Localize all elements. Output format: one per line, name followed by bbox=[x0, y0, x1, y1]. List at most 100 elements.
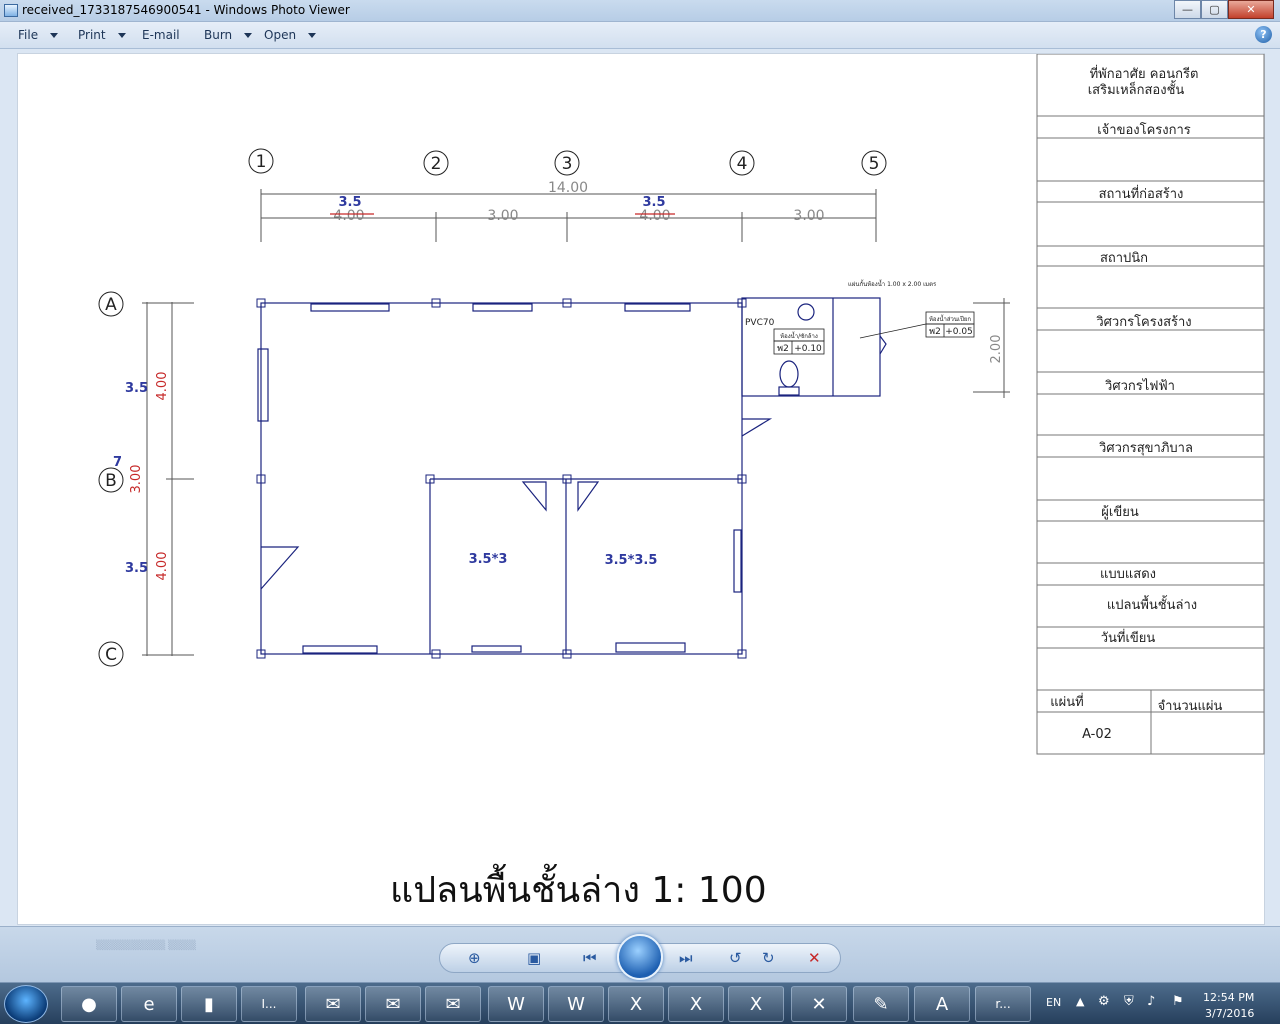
next-icon[interactable]: ⏭ bbox=[679, 949, 693, 967]
folder-icon[interactable]: ▮ bbox=[181, 986, 237, 1022]
title-bar: received_1733187546900541 - Windows Phot… bbox=[0, 0, 1280, 22]
security-icon[interactable]: ⛨ bbox=[1124, 994, 1134, 1024]
room-size-label: 3.5*3 bbox=[469, 552, 508, 567]
chevron-down-icon bbox=[244, 32, 253, 38]
paint-icon[interactable]: ✎ bbox=[853, 986, 909, 1022]
window-title: received_1733187546900541 - Windows Phot… bbox=[22, 3, 350, 17]
delete-icon[interactable]: ✕ bbox=[808, 949, 821, 967]
zoom-icon[interactable]: ⊕ bbox=[468, 949, 481, 967]
grid-col-label: 5 bbox=[869, 154, 880, 174]
menu-burn[interactable]: Burn bbox=[204, 28, 253, 42]
dim-side-revised: 7 bbox=[113, 455, 122, 470]
slideshow-button[interactable] bbox=[617, 934, 663, 980]
rotate-left-icon[interactable]: ↺ bbox=[729, 949, 742, 967]
dim-side: 4.00 bbox=[155, 552, 170, 581]
grid-col-label: 1 bbox=[256, 152, 267, 172]
word-icon[interactable]: W bbox=[548, 986, 604, 1022]
dim-top: 4.00 bbox=[639, 208, 670, 224]
language-indicator[interactable]: EN bbox=[1046, 996, 1061, 1024]
mail-icon[interactable]: ✉ bbox=[425, 986, 481, 1022]
menu-print[interactable]: Print bbox=[78, 28, 126, 42]
window-controls: — ▢ ✕ bbox=[1174, 0, 1274, 19]
word-icon[interactable]: W bbox=[488, 986, 544, 1022]
dim-top-revised: 3.5 bbox=[642, 195, 665, 210]
previous-icon[interactable]: ⏮ bbox=[583, 949, 597, 967]
volume-icon[interactable]: ♪ bbox=[1147, 994, 1155, 1024]
dim-side-revised: 3.5 bbox=[125, 561, 148, 576]
menu-print-label: Print bbox=[78, 28, 106, 42]
menu-email-label: E-mail bbox=[142, 28, 180, 42]
photo-viewer-icon bbox=[4, 4, 18, 17]
structural-engineer-label: วิศวกรโครงสร้าง bbox=[1096, 314, 1192, 330]
dim-side-revised: 3.5 bbox=[125, 381, 148, 396]
menu-burn-label: Burn bbox=[204, 28, 233, 42]
electrical-engineer-label: วิศวกรไฟฟ้า bbox=[1104, 378, 1175, 394]
menu-bar: File Print E-mail Burn Open ? bbox=[0, 22, 1280, 49]
grid-col-label: 2 bbox=[431, 154, 442, 174]
photo-viewer-task-label: r... bbox=[995, 997, 1011, 1011]
shows-label: แบบแสดง bbox=[1100, 567, 1156, 582]
internet-explorer-icon[interactable]: e bbox=[121, 986, 177, 1022]
close-button[interactable]: ✕ bbox=[1228, 0, 1274, 19]
wet-label: ห้องน้ำส่วนเปียก bbox=[929, 313, 971, 323]
tray-expand-icon[interactable]: ▲ bbox=[1076, 995, 1084, 1024]
sheet-number: A-02 bbox=[1082, 727, 1112, 742]
site-label: สถานที่ก่อสร้าง bbox=[1099, 185, 1184, 202]
menu-open[interactable]: Open bbox=[264, 28, 317, 42]
rotate-right-icon[interactable]: ↻ bbox=[762, 949, 775, 967]
taskbar: ● e ▮ I... ✉ ✉ ✉ W W X X X ✕ ✎ A r... EN… bbox=[0, 982, 1280, 1024]
mail-icon[interactable]: ✉ bbox=[365, 986, 421, 1022]
menu-file-label: File bbox=[18, 28, 39, 42]
dim-top-revised: 3.5 bbox=[338, 195, 361, 210]
chevron-down-icon bbox=[308, 32, 317, 38]
dim-side: 3.00 bbox=[129, 465, 144, 494]
start-button[interactable] bbox=[4, 985, 48, 1023]
bath-label: ห้องน้ำ/ซักล้าง bbox=[780, 330, 818, 340]
grid-col-label: 3 bbox=[562, 154, 573, 174]
menu-file[interactable]: File bbox=[18, 28, 59, 42]
app-icon[interactable]: ✕ bbox=[791, 986, 847, 1022]
shows-value: แปลนพื้นชั้นล่าง bbox=[1107, 595, 1197, 613]
fit-window-icon[interactable]: ▣ bbox=[527, 949, 541, 967]
dim-top: 4.00 bbox=[333, 208, 364, 224]
project-name: ที่พักอาศัย คอนกรีต bbox=[1090, 65, 1199, 82]
grid-row-label: C bbox=[105, 645, 117, 665]
bath-level: +0.10 bbox=[794, 344, 822, 354]
mail-icon[interactable]: ✉ bbox=[305, 986, 361, 1022]
dim-top: 3.00 bbox=[487, 208, 518, 224]
chevron-down-icon bbox=[117, 32, 126, 38]
outlook-task[interactable]: I... bbox=[241, 986, 297, 1022]
floor-plan-image: 1 2 3 4 5 A B C 14.00 4.00 3.00 4.00 3.0… bbox=[17, 53, 1265, 925]
excel-icon[interactable]: X bbox=[668, 986, 724, 1022]
grid-row-label: A bbox=[105, 295, 117, 315]
bath-note: แผ่นกั้นห้องน้ำ 1.00 x 2.00 เมตร bbox=[848, 278, 937, 288]
firefox-icon[interactable]: ● bbox=[61, 986, 117, 1022]
sheet-count-label: จำนวนแผ่น bbox=[1158, 699, 1223, 714]
menu-email[interactable]: E-mail bbox=[142, 28, 180, 42]
grid-row-label: B bbox=[105, 471, 117, 491]
network-icon[interactable]: ⚙ bbox=[1098, 994, 1110, 1024]
sanitary-engineer-label: วิศวกรสุขาภิบาล bbox=[1098, 441, 1193, 456]
maximize-button[interactable]: ▢ bbox=[1201, 0, 1228, 19]
photo-viewer-task[interactable]: r... bbox=[975, 986, 1031, 1022]
excel-icon[interactable]: X bbox=[728, 986, 784, 1022]
project-name-2: เสริมเหล็กสองชั้น bbox=[1088, 80, 1185, 98]
sheet-label: แผ่นที่ bbox=[1050, 693, 1083, 710]
help-icon[interactable]: ? bbox=[1255, 26, 1272, 43]
grid-col-label: 4 bbox=[737, 154, 748, 174]
pvc-label: PVC70 bbox=[745, 318, 775, 328]
image-viewport[interactable]: 1 2 3 4 5 A B C 14.00 4.00 3.00 4.00 3.0… bbox=[0, 49, 1280, 926]
pdf-icon[interactable]: A bbox=[914, 986, 970, 1022]
clock-date[interactable]: 3/7/2016 bbox=[1205, 1007, 1254, 1024]
wet-code: พ2 bbox=[929, 327, 941, 337]
excel-icon[interactable]: X bbox=[608, 986, 664, 1022]
bath-code: พ2 bbox=[777, 344, 789, 354]
dim-side: 4.00 bbox=[155, 372, 170, 401]
menu-open-label: Open bbox=[264, 28, 297, 42]
date-label: วันที่เขียน bbox=[1101, 629, 1156, 646]
minimize-button[interactable]: — bbox=[1174, 0, 1201, 19]
outlook-task-label: I... bbox=[261, 997, 277, 1011]
action-center-icon[interactable]: ⚑ bbox=[1172, 994, 1184, 1024]
chevron-down-icon bbox=[50, 32, 59, 38]
bath-dim: 2.00 bbox=[989, 335, 1004, 364]
